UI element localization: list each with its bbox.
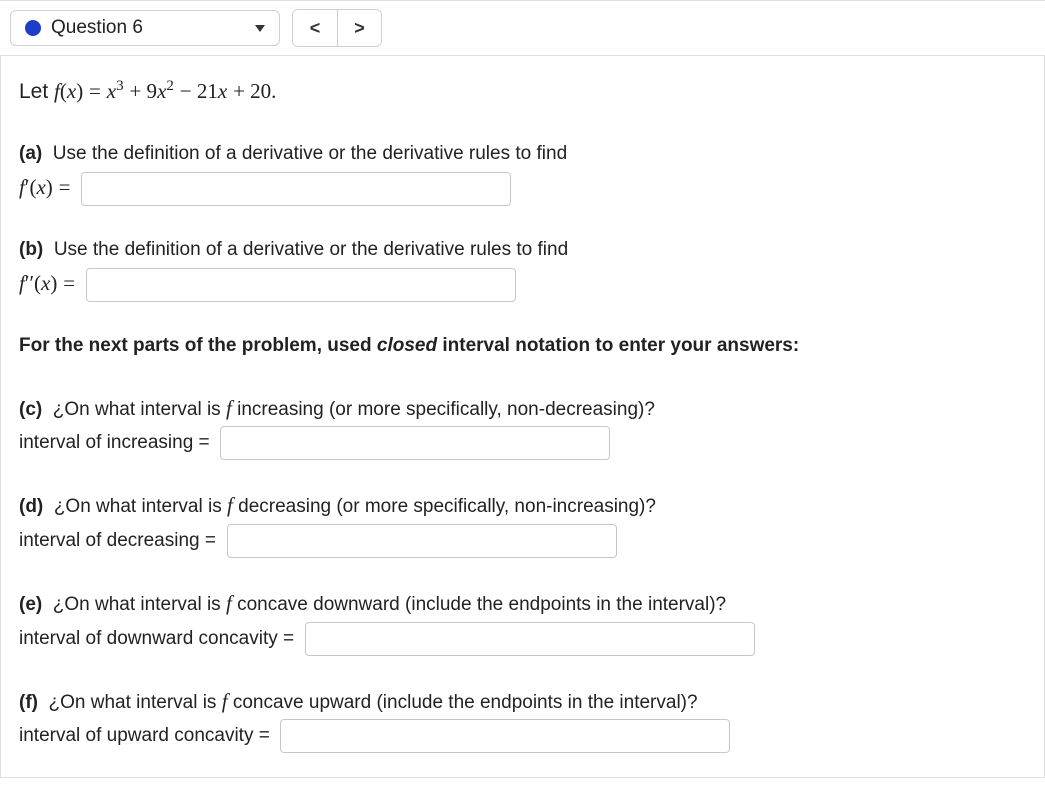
prev-question-button[interactable]: < bbox=[293, 10, 337, 46]
part-b: (b) Use the definition of a derivative o… bbox=[19, 234, 1026, 302]
part-c-lhs: interval of increasing = bbox=[19, 432, 210, 453]
problem-statement: Let f(x) = x3 + 9x2 − 21x + 20. bbox=[19, 74, 1026, 110]
mid-instruction: For the next parts of the problem, used … bbox=[19, 330, 1026, 362]
question-label: Question 6 bbox=[51, 17, 143, 39]
part-f-label: (f) bbox=[19, 692, 38, 713]
part-c-input[interactable] bbox=[220, 426, 610, 460]
question-selector[interactable]: Question 6 bbox=[10, 10, 280, 46]
part-a-text: Use the definition of a derivative or th… bbox=[53, 143, 567, 164]
chevron-right-icon: > bbox=[354, 18, 365, 39]
part-f: (f) ¿On what interval is f concave upwar… bbox=[19, 684, 1026, 754]
part-e-label: (e) bbox=[19, 594, 42, 615]
question-header-bar: Question 6 < > bbox=[0, 0, 1045, 56]
part-f-lhs: interval of upward concavity = bbox=[19, 725, 270, 746]
part-d-lhs: interval of decreasing = bbox=[19, 530, 216, 551]
chevron-down-icon bbox=[255, 25, 265, 32]
part-e-input[interactable] bbox=[305, 622, 755, 656]
part-b-input[interactable] bbox=[86, 268, 516, 302]
part-d-label: (d) bbox=[19, 496, 43, 517]
part-b-text: Use the definition of a derivative or th… bbox=[54, 239, 568, 260]
question-nav-group: < > bbox=[292, 9, 382, 47]
part-c-label: (c) bbox=[19, 399, 42, 420]
let-text: Let bbox=[19, 80, 54, 103]
next-question-button[interactable]: > bbox=[337, 10, 381, 46]
part-b-label: (b) bbox=[19, 239, 43, 260]
part-d: (d) ¿On what interval is f decreasing (o… bbox=[19, 488, 1026, 558]
part-a: (a) Use the definition of a derivative o… bbox=[19, 138, 1026, 206]
question-body: Let f(x) = x3 + 9x2 − 21x + 20. (a) Use … bbox=[0, 56, 1045, 778]
part-f-input[interactable] bbox=[280, 719, 730, 753]
part-d-input[interactable] bbox=[227, 524, 617, 558]
chevron-left-icon: < bbox=[310, 18, 321, 39]
part-e-lhs: interval of downward concavity = bbox=[19, 628, 294, 649]
part-c: (c) ¿On what interval is f increasing (o… bbox=[19, 391, 1026, 461]
part-e: (e) ¿On what interval is f concave downw… bbox=[19, 586, 1026, 656]
part-a-input[interactable] bbox=[81, 172, 511, 206]
part-a-label: (a) bbox=[19, 143, 42, 164]
status-dot-icon bbox=[25, 20, 41, 36]
